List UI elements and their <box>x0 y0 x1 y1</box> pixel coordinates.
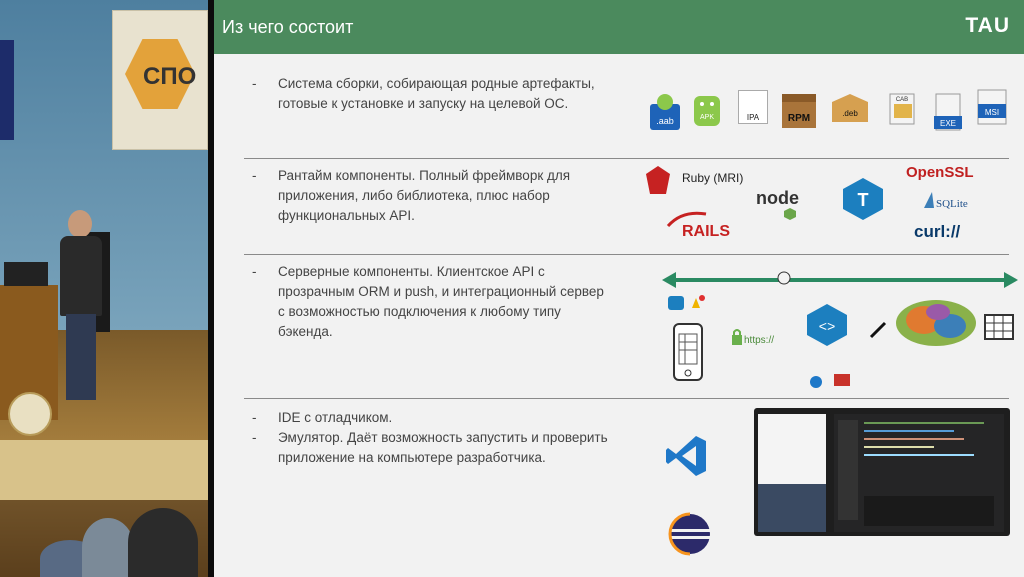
connector-icon <box>868 320 888 340</box>
cab-icon-label: CAB <box>896 97 908 103</box>
presentation-slide: Из чего состоит TAU - Система сборки, со… <box>214 0 1024 577</box>
terminal-panel <box>864 496 994 526</box>
aab-icon-label: .aab <box>656 116 674 126</box>
curl-label: curl:// <box>914 222 961 241</box>
docker-redis-icons <box>808 370 854 390</box>
slide-header: Из чего состоит TAU <box>214 0 1024 54</box>
section-divider <box>244 158 1009 159</box>
conference-banner: СПО <box>112 10 208 150</box>
sqlite-label: SQLite <box>936 198 968 210</box>
tau-runtime-icon: T <box>840 176 886 222</box>
laptop <box>4 262 48 286</box>
emulator-wallpaper <box>758 484 826 532</box>
bullet-text: Эмулятор. Даёт возможность запустить и п… <box>278 430 608 465</box>
svg-text:<>: <> <box>819 320 836 336</box>
slide-title: Из чего состоит <box>222 17 354 37</box>
ruby-icon <box>644 164 672 196</box>
bullet-text: Серверные компоненты. Клиентское API с п… <box>278 264 604 339</box>
audience-member <box>82 518 134 577</box>
bullet-text: Рантайм компоненты. Полный фреймворк для… <box>278 168 571 223</box>
apk-icon: APK <box>690 90 724 128</box>
stage-front <box>0 440 208 500</box>
banner-text: СПО <box>143 63 197 90</box>
https-label: https:// <box>744 335 774 346</box>
bullet-dash: - <box>252 264 257 279</box>
bullet-dash: - <box>252 410 257 425</box>
rpm-icon: RPM <box>780 88 818 130</box>
bullet-text: IDE с отладчиком. <box>278 410 393 425</box>
audience-member <box>128 508 198 577</box>
bullet-dash: - <box>252 76 257 91</box>
conference-seal <box>8 392 52 436</box>
bullet-text: Система сборки, собирающая родные артефа… <box>278 76 595 111</box>
rails-logo: RAILS <box>662 208 748 240</box>
aab-icon: .aab <box>648 92 682 132</box>
code-line <box>864 438 964 440</box>
openssl-label: OpenSSL <box>906 164 974 181</box>
msi-icon: MSI <box>974 88 1010 126</box>
mobile-phone-icon <box>672 322 704 382</box>
conference-stage-photo: СПО <box>0 0 208 577</box>
eclipse-icon <box>668 512 712 556</box>
presenter-legs <box>66 314 96 400</box>
presenter-head <box>68 210 92 238</box>
exe-icon: EXE <box>930 92 966 132</box>
backend-tag-cloud-icon <box>894 298 978 348</box>
rpm-icon-label: RPM <box>788 113 810 124</box>
msi-icon-label: MSI <box>985 108 999 117</box>
integration-server-icon: <> <box>804 302 850 348</box>
tau-logo: TAU <box>965 14 1010 37</box>
rails-label: RAILS <box>682 223 730 240</box>
sqlite-logo: SQLite <box>920 190 976 212</box>
curtain <box>0 40 14 140</box>
nodejs-logo: node <box>754 186 824 220</box>
nodejs-label: node <box>756 188 799 208</box>
ipa-icon: IPA <box>738 90 768 124</box>
code-editor-window <box>834 414 1004 532</box>
section-divider <box>244 398 1009 399</box>
bullet-dash: - <box>252 430 257 445</box>
presenter-body <box>60 236 102 316</box>
apk-icon-label: APK <box>700 114 714 121</box>
deb-icon-label: .deb <box>842 109 858 118</box>
code-line <box>864 454 974 456</box>
code-line <box>864 446 934 448</box>
push-notification-icons <box>666 294 706 312</box>
data-table-icon <box>984 314 1014 340</box>
presenter <box>58 210 104 400</box>
code-line <box>864 422 984 424</box>
svg-text:T: T <box>858 190 869 210</box>
ide-emulator-screenshot <box>754 408 1010 536</box>
section-divider <box>244 254 1009 255</box>
exe-icon-label: EXE <box>940 119 956 128</box>
cab-icon: CAB <box>884 90 920 126</box>
code-line <box>864 430 954 432</box>
deb-icon: .deb <box>828 90 872 126</box>
vscode-icon <box>664 434 708 478</box>
bidirectional-arrow-icon <box>662 270 1018 290</box>
bullet-dash: - <box>252 168 257 183</box>
ruby-label: Ruby (MRI) <box>682 171 744 185</box>
editor-sidebar <box>838 420 858 520</box>
https-lock-icon: https:// <box>730 328 790 346</box>
